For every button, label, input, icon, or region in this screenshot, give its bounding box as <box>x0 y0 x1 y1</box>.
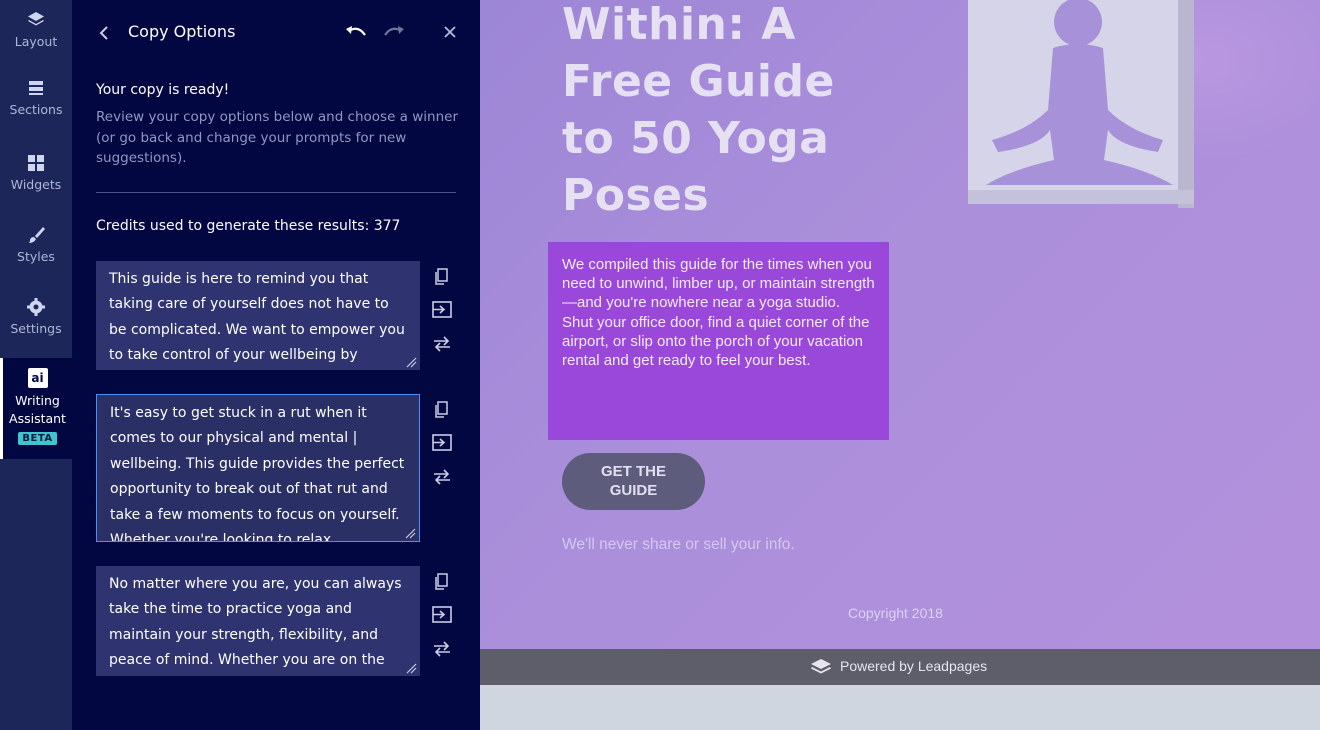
panel-title: Copy Options <box>128 22 236 41</box>
copyright-text: Copyright 2018 <box>848 605 943 621</box>
nav-writing-label-1: Writing <box>15 393 60 408</box>
nav-writing-label-2: Assistant <box>9 411 66 426</box>
nav-widgets[interactable]: Widgets <box>0 153 72 192</box>
privacy-note: We'll never share or sell your info. <box>562 536 795 553</box>
leadpages-logo-icon <box>811 659 831 674</box>
resize-grip-icon[interactable] <box>405 662 417 674</box>
resize-grip-icon[interactable] <box>405 356 417 368</box>
powered-by-footer[interactable]: Powered by Leadpages <box>480 649 1320 685</box>
cta-label: GET THE GUIDE <box>600 463 666 499</box>
nav-layout-label: Layout <box>14 34 58 49</box>
ai-icon: ai <box>27 368 48 388</box>
insert-icon[interactable] <box>430 299 454 321</box>
nav-sections-label: Sections <box>9 102 63 117</box>
copy-icon[interactable] <box>430 399 454 421</box>
widgets-icon <box>28 155 44 171</box>
resize-grip-icon[interactable] <box>404 527 416 539</box>
copy-option-1-text: This guide is here to remind you that ta… <box>109 271 405 364</box>
preview-bottom-gap <box>480 685 1320 730</box>
close-icon[interactable] <box>442 24 458 40</box>
preview-headline[interactable]: Within: A Free Guide to 50 Yoga Poses <box>562 0 862 224</box>
gear-icon <box>27 298 45 316</box>
left-nav-rail: Layout Sections Widgets Styles Settings … <box>0 0 72 730</box>
nav-styles[interactable]: Styles <box>0 225 72 264</box>
sections-icon <box>29 81 43 95</box>
layers-icon <box>28 12 44 26</box>
copy-option-3-text: No matter where you are, you can always … <box>109 576 402 669</box>
copy-option-3[interactable]: No matter where you are, you can always … <box>96 566 420 676</box>
get-the-guide-button[interactable]: GET THE GUIDE <box>562 453 705 510</box>
nav-layout[interactable]: Layout <box>0 10 72 49</box>
insert-icon[interactable] <box>430 604 454 626</box>
nav-widgets-label: Widgets <box>10 177 62 192</box>
nav-styles-label: Styles <box>17 249 55 264</box>
beta-badge: BETA <box>18 432 57 445</box>
back-chevron-icon[interactable] <box>94 22 114 44</box>
swap-icon[interactable] <box>430 333 454 355</box>
nav-settings[interactable]: Settings <box>0 297 72 336</box>
copy-option-1[interactable]: This guide is here to remind you that ta… <box>96 261 420 370</box>
swap-icon[interactable] <box>430 638 454 660</box>
undo-icon[interactable] <box>344 23 368 43</box>
copy-icon[interactable] <box>430 266 454 288</box>
insert-icon[interactable] <box>430 432 454 454</box>
brush-icon <box>29 227 45 243</box>
preview-description-box[interactable]: We compiled this guide for the times whe… <box>548 242 889 440</box>
divider <box>96 192 456 193</box>
nav-sections[interactable]: Sections <box>0 78 72 117</box>
powered-by-text: Powered by Leadpages <box>840 658 988 674</box>
review-instructions: Review your copy options below and choos… <box>96 109 459 166</box>
preview-description: We compiled this guide for the times whe… <box>562 256 875 370</box>
panel-header: Copy Options <box>72 0 480 66</box>
copy-options-panel: Copy Options Your copy is ready! Review … <box>72 0 480 730</box>
yoga-book-image[interactable] <box>958 0 1204 216</box>
copy-option-2[interactable]: It's easy to get stuck in a rut when it … <box>96 394 420 542</box>
page-preview: Within: A Free Guide to 50 Yoga Poses We… <box>480 0 1320 649</box>
nav-writing-assistant[interactable]: ai Writing Assistant BETA <box>0 358 72 459</box>
copy-ready-heading: Your copy is ready! <box>96 82 230 98</box>
credits-used: Credits used to generate these results: … <box>96 218 401 234</box>
redo-icon[interactable] <box>382 23 406 43</box>
copy-option-2-text: It's easy to get stuck in a rut when it … <box>110 405 405 542</box>
copy-icon[interactable] <box>430 571 454 593</box>
swap-icon[interactable] <box>430 466 454 488</box>
nav-settings-label: Settings <box>10 321 62 336</box>
